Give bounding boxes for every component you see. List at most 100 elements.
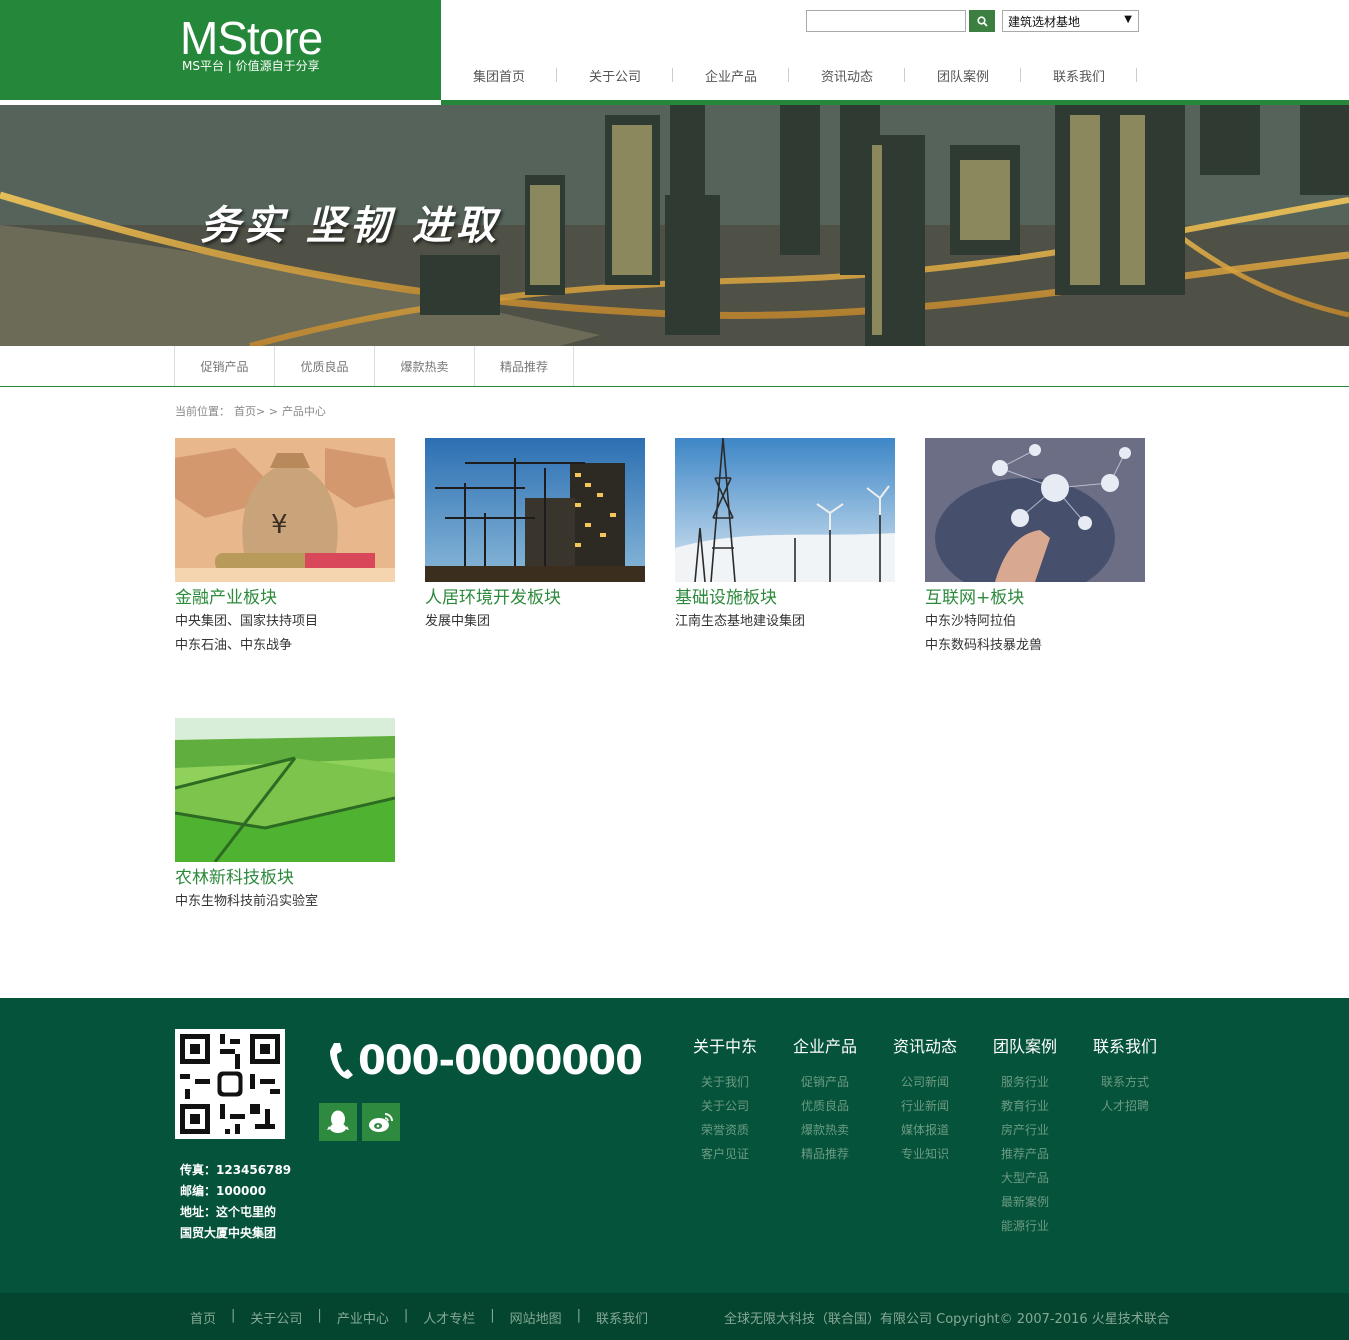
weibo-icon	[369, 1113, 393, 1132]
search-icon	[976, 15, 988, 27]
footer-column-title[interactable]: 企业产品	[775, 1037, 875, 1057]
nav-item-cases[interactable]: 团队案例	[905, 60, 1021, 90]
product-card[interactable]: 人居环境开发板块 发展中集团	[425, 438, 645, 634]
zip-text: 邮编：100000	[180, 1184, 267, 1198]
footer-column-title[interactable]: 团队案例	[975, 1037, 1075, 1057]
footer-link[interactable]: 专业知识	[875, 1142, 975, 1166]
footer-column-products: 企业产品 促销产品 优质良品 爆款热卖 精品推荐	[775, 1037, 875, 1166]
footer-link[interactable]: 精品推荐	[775, 1142, 875, 1166]
footer-link[interactable]: 推荐产品	[975, 1142, 1075, 1166]
footer-column-title[interactable]: 资讯动态	[875, 1037, 975, 1057]
footer-link[interactable]: 人才招聘	[1075, 1094, 1175, 1118]
footer-column-title[interactable]: 关于中东	[675, 1037, 775, 1057]
nav-item-home[interactable]: 集团首页	[441, 60, 557, 90]
construction-image[interactable]	[425, 438, 645, 582]
footer-link[interactable]: 教育行业	[975, 1094, 1075, 1118]
footer-link[interactable]: 房产行业	[975, 1118, 1075, 1142]
footer-link[interactable]: 大型产品	[975, 1166, 1075, 1190]
breadcrumb-label: 当前位置：	[175, 405, 230, 418]
logo[interactable]: MStore MS平台 | 价值源自于分享	[0, 0, 441, 100]
bottom-link-industry[interactable]: 产业中心	[337, 1308, 389, 1327]
nav-item-about[interactable]: 关于公司	[557, 60, 673, 90]
separator: |	[317, 1308, 322, 1323]
search-button[interactable]	[969, 10, 995, 32]
product-card[interactable]: ¥ 金融产业板块 中央集团、国家扶持项目 中东石油、中东战争	[175, 438, 395, 658]
category-select[interactable]: 建筑选材基地 ▼	[1002, 10, 1139, 32]
product-title[interactable]: 基础设施板块	[675, 587, 895, 609]
address-text-2: 国贸大厦中央集团	[180, 1226, 277, 1240]
search-input[interactable]	[806, 10, 966, 32]
separator: |	[231, 1308, 236, 1323]
product-desc: 中东数码科技暴龙兽	[925, 638, 1043, 653]
footer-link[interactable]: 优质良品	[775, 1094, 875, 1118]
category-select-value: 建筑选材基地	[1008, 14, 1081, 29]
footer-link[interactable]: 媒体报道	[875, 1118, 975, 1142]
sub-tab-bar: 促销产品 优质良品 爆款热卖 精品推荐	[0, 346, 1349, 387]
hero-banner: 务实 坚韧 进取	[0, 105, 1349, 346]
main-nav: 集团首页 关于公司 企业产品 资讯动态 团队案例 联系我们	[441, 60, 1137, 90]
qr-code-image	[175, 1029, 285, 1139]
breadcrumb-separator: >	[268, 405, 278, 418]
bottom-link-contact[interactable]: 联系我们	[596, 1308, 648, 1327]
fax-text: 传真：123456789	[180, 1163, 292, 1177]
bottom-links: 首页 | 关于公司 | 产业中心 | 人才专栏 | 网站地图 | 联系我们	[190, 1308, 648, 1327]
footer-link[interactable]: 公司新闻	[875, 1070, 975, 1094]
footer-link[interactable]: 行业新闻	[875, 1094, 975, 1118]
footer-link[interactable]: 促销产品	[775, 1070, 875, 1094]
tab-promotion[interactable]: 促销产品	[174, 346, 274, 386]
footer-column-contact: 联系我们 联系方式 人才招聘	[1075, 1037, 1175, 1118]
tab-hot[interactable]: 爆款热卖	[374, 346, 474, 386]
product-desc: 中东生物科技前沿实验室	[175, 894, 319, 909]
internet-image[interactable]	[925, 438, 1145, 582]
footer-link[interactable]: 客户见证	[675, 1142, 775, 1166]
farmland-image[interactable]	[175, 718, 395, 862]
product-title[interactable]: 农林新科技板块	[175, 867, 395, 889]
address-text: 地址：这个屯里的	[180, 1205, 277, 1219]
footer-column-title[interactable]: 联系我们	[1075, 1037, 1175, 1057]
product-title[interactable]: 人居环境开发板块	[425, 587, 645, 609]
footer-link[interactable]: 关于我们	[675, 1070, 775, 1094]
svg-text:¥: ¥	[271, 510, 288, 540]
weibo-button[interactable]	[362, 1103, 400, 1141]
product-card[interactable]: 农林新科技板块 中东生物科技前沿实验室	[175, 718, 395, 914]
product-desc: 发展中集团	[425, 614, 491, 629]
tab-recommend[interactable]: 精品推荐	[474, 346, 574, 386]
bottom-link-talent[interactable]: 人才专栏	[423, 1308, 475, 1327]
page: MStore MS平台 | 价值源自于分享 建筑选材基地 ▼ 集团首页 关于公司…	[0, 0, 1349, 1340]
product-title[interactable]: 金融产业板块	[175, 587, 395, 609]
phone-number: 000-0000000	[326, 1038, 643, 1084]
product-desc: 中央集团、国家扶持项目	[175, 614, 319, 629]
product-card[interactable]: 基础设施板块 江南生态基地建设集团	[675, 438, 895, 634]
separator: |	[403, 1308, 409, 1323]
copyright: 全球无限大科技（联合国）有限公司 Copyright© 2007-2016 火星…	[724, 1312, 1170, 1327]
tab-quality[interactable]: 优质良品	[274, 346, 374, 386]
phone-icon	[330, 1043, 353, 1079]
finance-image[interactable]: ¥	[175, 438, 395, 582]
breadcrumb-home[interactable]: 首页>	[234, 405, 265, 418]
bottom-link-sitemap[interactable]: 网站地图	[510, 1308, 562, 1327]
infrastructure-image[interactable]	[675, 438, 895, 582]
bottom-link-home[interactable]: 首页	[190, 1308, 216, 1327]
nav-item-products[interactable]: 企业产品	[673, 60, 789, 90]
footer-link[interactable]: 服务行业	[975, 1070, 1075, 1094]
phone-number-text: 000-0000000	[358, 1038, 643, 1084]
bottom-link-about[interactable]: 关于公司	[250, 1308, 302, 1327]
dropdown-arrow-icon: ▼	[1124, 14, 1132, 25]
qq-button[interactable]	[319, 1103, 357, 1141]
separator: |	[490, 1308, 495, 1323]
qq-icon	[327, 1110, 349, 1133]
banner-slogan: 务实 坚韧 进取	[200, 203, 500, 249]
footer-link[interactable]: 关于公司	[675, 1094, 775, 1118]
contact-info: 传真：123456789 邮编：100000 地址：这个屯里的 国贸大厦中央集团	[180, 1160, 291, 1244]
footer-link[interactable]: 爆款热卖	[775, 1118, 875, 1142]
footer-column-news: 资讯动态 公司新闻 行业新闻 媒体报道 专业知识	[875, 1037, 975, 1166]
footer-link[interactable]: 荣誉资质	[675, 1118, 775, 1142]
nav-item-news[interactable]: 资讯动态	[789, 60, 905, 90]
nav-item-contact[interactable]: 联系我们	[1021, 60, 1137, 90]
footer-link[interactable]: 联系方式	[1075, 1070, 1175, 1094]
footer-link[interactable]: 最新案例	[975, 1190, 1075, 1214]
product-card[interactable]: 互联网+板块 中东沙特阿拉伯 中东数码科技暴龙兽	[925, 438, 1145, 658]
product-title[interactable]: 互联网+板块	[925, 587, 1145, 609]
footer-link[interactable]: 能源行业	[975, 1214, 1075, 1238]
product-desc: 中东石油、中东战争	[175, 638, 293, 653]
